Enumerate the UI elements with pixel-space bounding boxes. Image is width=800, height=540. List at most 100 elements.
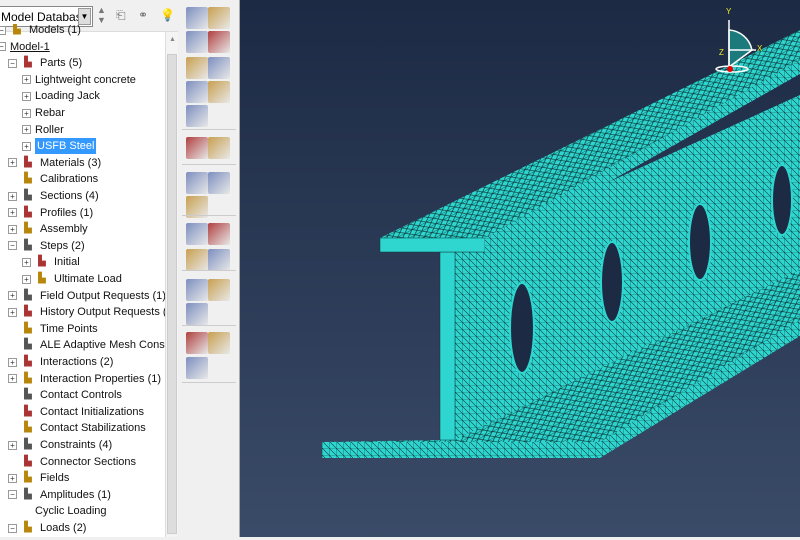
expand-icon[interactable]: +: [8, 291, 17, 301]
tree-item[interactable]: + ▙ Initial: [22, 254, 80, 270]
tree-item[interactable]: − ▙ Steps (2): [8, 238, 85, 254]
virtual-topology-icon[interactable]: [208, 332, 230, 354]
expand-icon[interactable]: +: [8, 191, 17, 201]
seed-edge-icon[interactable]: [208, 172, 230, 194]
collapse-icon[interactable]: −: [8, 58, 17, 68]
materials-icon: ▙: [24, 156, 32, 168]
create-datum-icon[interactable]: [186, 249, 208, 271]
interaction-properties-icon: ▙: [24, 372, 32, 384]
expand-icon[interactable]: +: [8, 374, 17, 384]
collapse-icon[interactable]: −: [0, 42, 6, 52]
model-tree-panel: Model Database ▼ ▲ ▼ ⎗ ⚭ 💡 − ▙ Models (1) − Mo…: [0, 0, 178, 537]
tree-item-label: Model-1: [10, 40, 50, 53]
create-set-icon[interactable]: [186, 303, 208, 325]
tree-item-label: Parts (5): [40, 57, 83, 70]
datum-axis-icon[interactable]: [208, 249, 230, 271]
mesh-part-icon[interactable]: [186, 105, 208, 127]
tree-item-label: Constraints (4): [40, 439, 113, 451]
expand-icon[interactable]: +: [22, 91, 31, 101]
tree-item[interactable]: + ▙ Profiles (1): [8, 205, 93, 221]
expand-icon[interactable]: +: [22, 108, 31, 118]
tree-item[interactable]: − ▙ Parts (5): [8, 55, 82, 71]
tree-item[interactable]: + Rebar: [22, 105, 65, 121]
tree-item-label: Ultimate Load: [54, 273, 122, 285]
tree-item[interactable]: + USFB Steel: [22, 138, 97, 155]
tree-item[interactable]: + Lightweight concrete: [22, 72, 136, 88]
profiles-icon: ▙: [24, 206, 32, 218]
tree-item[interactable]: + Loading Jack: [22, 88, 100, 104]
sections-icon: ▙: [24, 190, 32, 201]
expand-icon[interactable]: +: [8, 473, 17, 483]
tree-item[interactable]: + ▙ Interactions (2): [8, 354, 113, 370]
seed-part-icon[interactable]: [186, 172, 208, 194]
expand-icon[interactable]: +: [22, 75, 31, 85]
assign-orientation-icon[interactable]: [208, 57, 230, 79]
collapse-icon[interactable]: −: [8, 241, 17, 251]
tree-item[interactable]: + Roller: [22, 122, 64, 138]
verify-mesh-icon[interactable]: [186, 81, 208, 103]
expand-icon[interactable]: +: [8, 357, 17, 367]
expand-icon[interactable]: +: [8, 208, 17, 218]
up-down-arrows-icon[interactable]: ▲ ▼: [97, 5, 106, 25]
tree-item[interactable]: ▙ Time Points: [8, 321, 98, 337]
create-partition-icon[interactable]: [186, 31, 208, 53]
scroll-thumb[interactable]: [167, 54, 177, 534]
lightbulb-icon[interactable]: 💡: [160, 8, 175, 22]
filter-icon[interactable]: ⚭: [138, 8, 148, 22]
viewport-canvas[interactable]: Y X Z: [240, 0, 800, 537]
expand-icon[interactable]: +: [8, 307, 17, 317]
tree-item-label: Roller: [35, 123, 64, 136]
create-surface-icon[interactable]: [186, 332, 208, 354]
tree-item[interactable]: − ▙ Amplitudes (1): [8, 487, 111, 503]
expand-icon[interactable]: +: [22, 274, 31, 284]
tree-item[interactable]: − ▙ Loads (2): [8, 520, 86, 536]
assign-section-icon[interactable]: [186, 57, 208, 79]
expand-icon[interactable]: +: [22, 141, 31, 151]
expand-icon[interactable]: +: [8, 440, 17, 450]
create-part-icon[interactable]: [186, 7, 208, 29]
tree-item[interactable]: + ▙ Materials (3): [8, 155, 101, 171]
tree-item[interactable]: ▙ Contact Controls: [8, 387, 122, 403]
tree-item[interactable]: + ▙ Field Output Requests (1): [8, 288, 165, 304]
tree-item[interactable]: + ▙ Sections (4): [8, 188, 99, 204]
tree-item[interactable]: ▙ Contact Initializations: [8, 404, 144, 420]
partition-manager-icon[interactable]: [208, 31, 230, 53]
part-manager-icon[interactable]: [208, 7, 230, 29]
tree-item[interactable]: + ▙ Interaction Properties (1): [8, 371, 161, 387]
expand-icon[interactable]: +: [8, 224, 17, 234]
chevron-down-icon[interactable]: ▼: [78, 8, 91, 25]
edit-mesh-icon[interactable]: [186, 137, 208, 159]
tree-scrollbar[interactable]: ▲: [165, 32, 178, 537]
collapse-icon[interactable]: −: [8, 523, 17, 533]
tree-item[interactable]: + ▙ Assembly: [8, 221, 88, 237]
steps-icon: ▙: [24, 239, 32, 251]
tree-item[interactable]: − ▙ Models (1): [0, 24, 81, 38]
collapse-icon[interactable]: −: [0, 25, 6, 35]
tree-item[interactable]: + ▙ Fields: [8, 470, 69, 486]
mesh-controls-icon[interactable]: [208, 137, 230, 159]
mesh-region-icon[interactable]: [208, 223, 230, 245]
tree-item[interactable]: ▙ Contact Stabilizations: [8, 420, 146, 436]
contact-stab-icon: ▙: [24, 422, 32, 434]
tree-item[interactable]: + ▙ History Output Requests (1: [8, 304, 165, 320]
tree-item[interactable]: ▙ ALE Adaptive Mesh Constr: [8, 337, 165, 353]
expand-icon[interactable]: +: [8, 158, 17, 168]
constraints-icon: ▙: [24, 439, 32, 450]
tree-item[interactable]: Cyclic Loading: [22, 503, 107, 519]
expand-icon[interactable]: +: [22, 125, 31, 135]
tree-item[interactable]: + ▙ Ultimate Load: [22, 271, 122, 287]
expand-icon[interactable]: +: [22, 257, 31, 267]
query-mesh-icon[interactable]: [208, 81, 230, 103]
datum-plane-icon[interactable]: [186, 279, 208, 301]
module-toolbox: [178, 0, 240, 537]
tree-item[interactable]: − Model-1: [0, 39, 50, 55]
tools-icon[interactable]: [186, 357, 208, 379]
datum-csys-icon[interactable]: [208, 279, 230, 301]
tree-item[interactable]: + ▙ Constraints (4): [8, 437, 112, 453]
folder-up-icon[interactable]: ⎗: [116, 8, 126, 23]
assembly-icon: ▙: [24, 223, 32, 235]
tree-item[interactable]: ▙ Connector Sections: [8, 454, 136, 470]
collapse-icon[interactable]: −: [8, 490, 17, 500]
tree-item[interactable]: ▙ Calibrations: [8, 171, 98, 187]
assign-element-icon[interactable]: [186, 223, 208, 245]
